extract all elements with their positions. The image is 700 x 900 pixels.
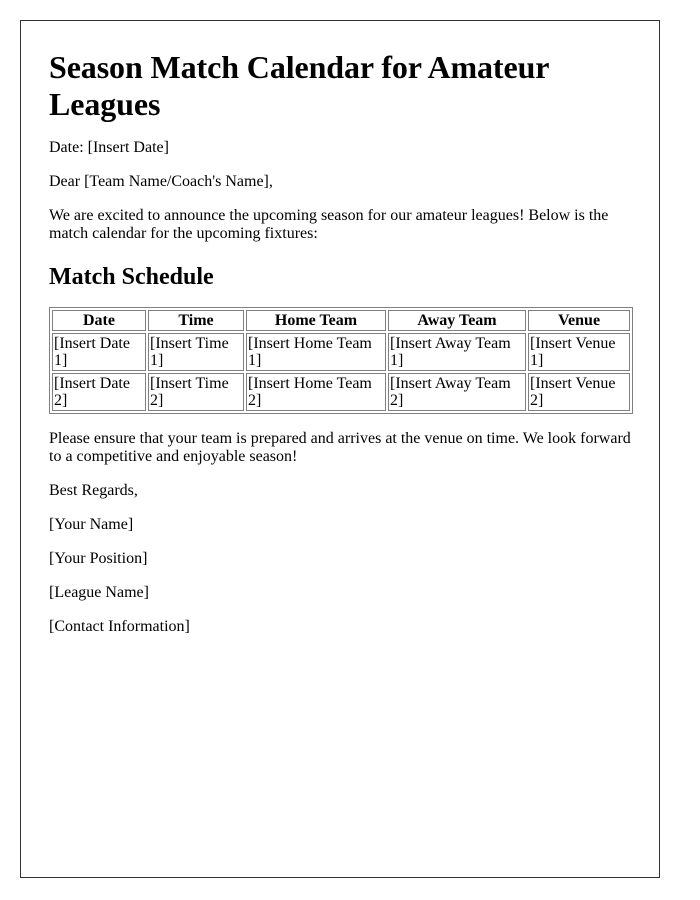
cell-away-team: [Insert Away Team 1] — [388, 333, 526, 371]
salutation: Dear [Team Name/Coach's Name], — [49, 173, 273, 190]
intro-paragraph: We are excited to announce the upcoming … — [49, 207, 609, 242]
page-title: Season Match Calendar for Amateur League… — [49, 49, 549, 122]
table-row: [Insert Date 2] [Insert Time 2] [Insert … — [52, 373, 630, 411]
sender-position: [Your Position] — [49, 550, 148, 567]
header-away-team: Away Team — [388, 310, 526, 331]
cell-time: [Insert Time 1] — [148, 333, 244, 371]
closing-note: Please ensure that your team is prepared… — [49, 430, 631, 465]
date-line: Date: [Insert Date] — [49, 139, 169, 156]
table-row: [Insert Date 1] [Insert Time 1] [Insert … — [52, 333, 630, 371]
header-time: Time — [148, 310, 244, 331]
match-schedule-table: Date Time Home Team Away Team Venue [Ins… — [49, 307, 633, 414]
letter-page: Season Match Calendar for Amateur League… — [20, 20, 660, 878]
league-name: [League Name] — [49, 584, 149, 601]
cell-away-team: [Insert Away Team 2] — [388, 373, 526, 411]
schedule-heading: Match Schedule — [49, 264, 214, 290]
header-home-team: Home Team — [246, 310, 386, 331]
sender-name: [Your Name] — [49, 516, 134, 533]
cell-venue: [Insert Venue 2] — [528, 373, 630, 411]
cell-home-team: [Insert Home Team 2] — [246, 373, 386, 411]
header-venue: Venue — [528, 310, 630, 331]
table-header-row: Date Time Home Team Away Team Venue — [52, 310, 630, 331]
cell-time: [Insert Time 2] — [148, 373, 244, 411]
contact-information: [Contact Information] — [49, 618, 190, 635]
header-date: Date — [52, 310, 146, 331]
cell-date: [Insert Date 2] — [52, 373, 146, 411]
cell-date: [Insert Date 1] — [52, 333, 146, 371]
sign-off: Best Regards, — [49, 482, 138, 499]
cell-home-team: [Insert Home Team 1] — [246, 333, 386, 371]
cell-venue: [Insert Venue 1] — [528, 333, 630, 371]
